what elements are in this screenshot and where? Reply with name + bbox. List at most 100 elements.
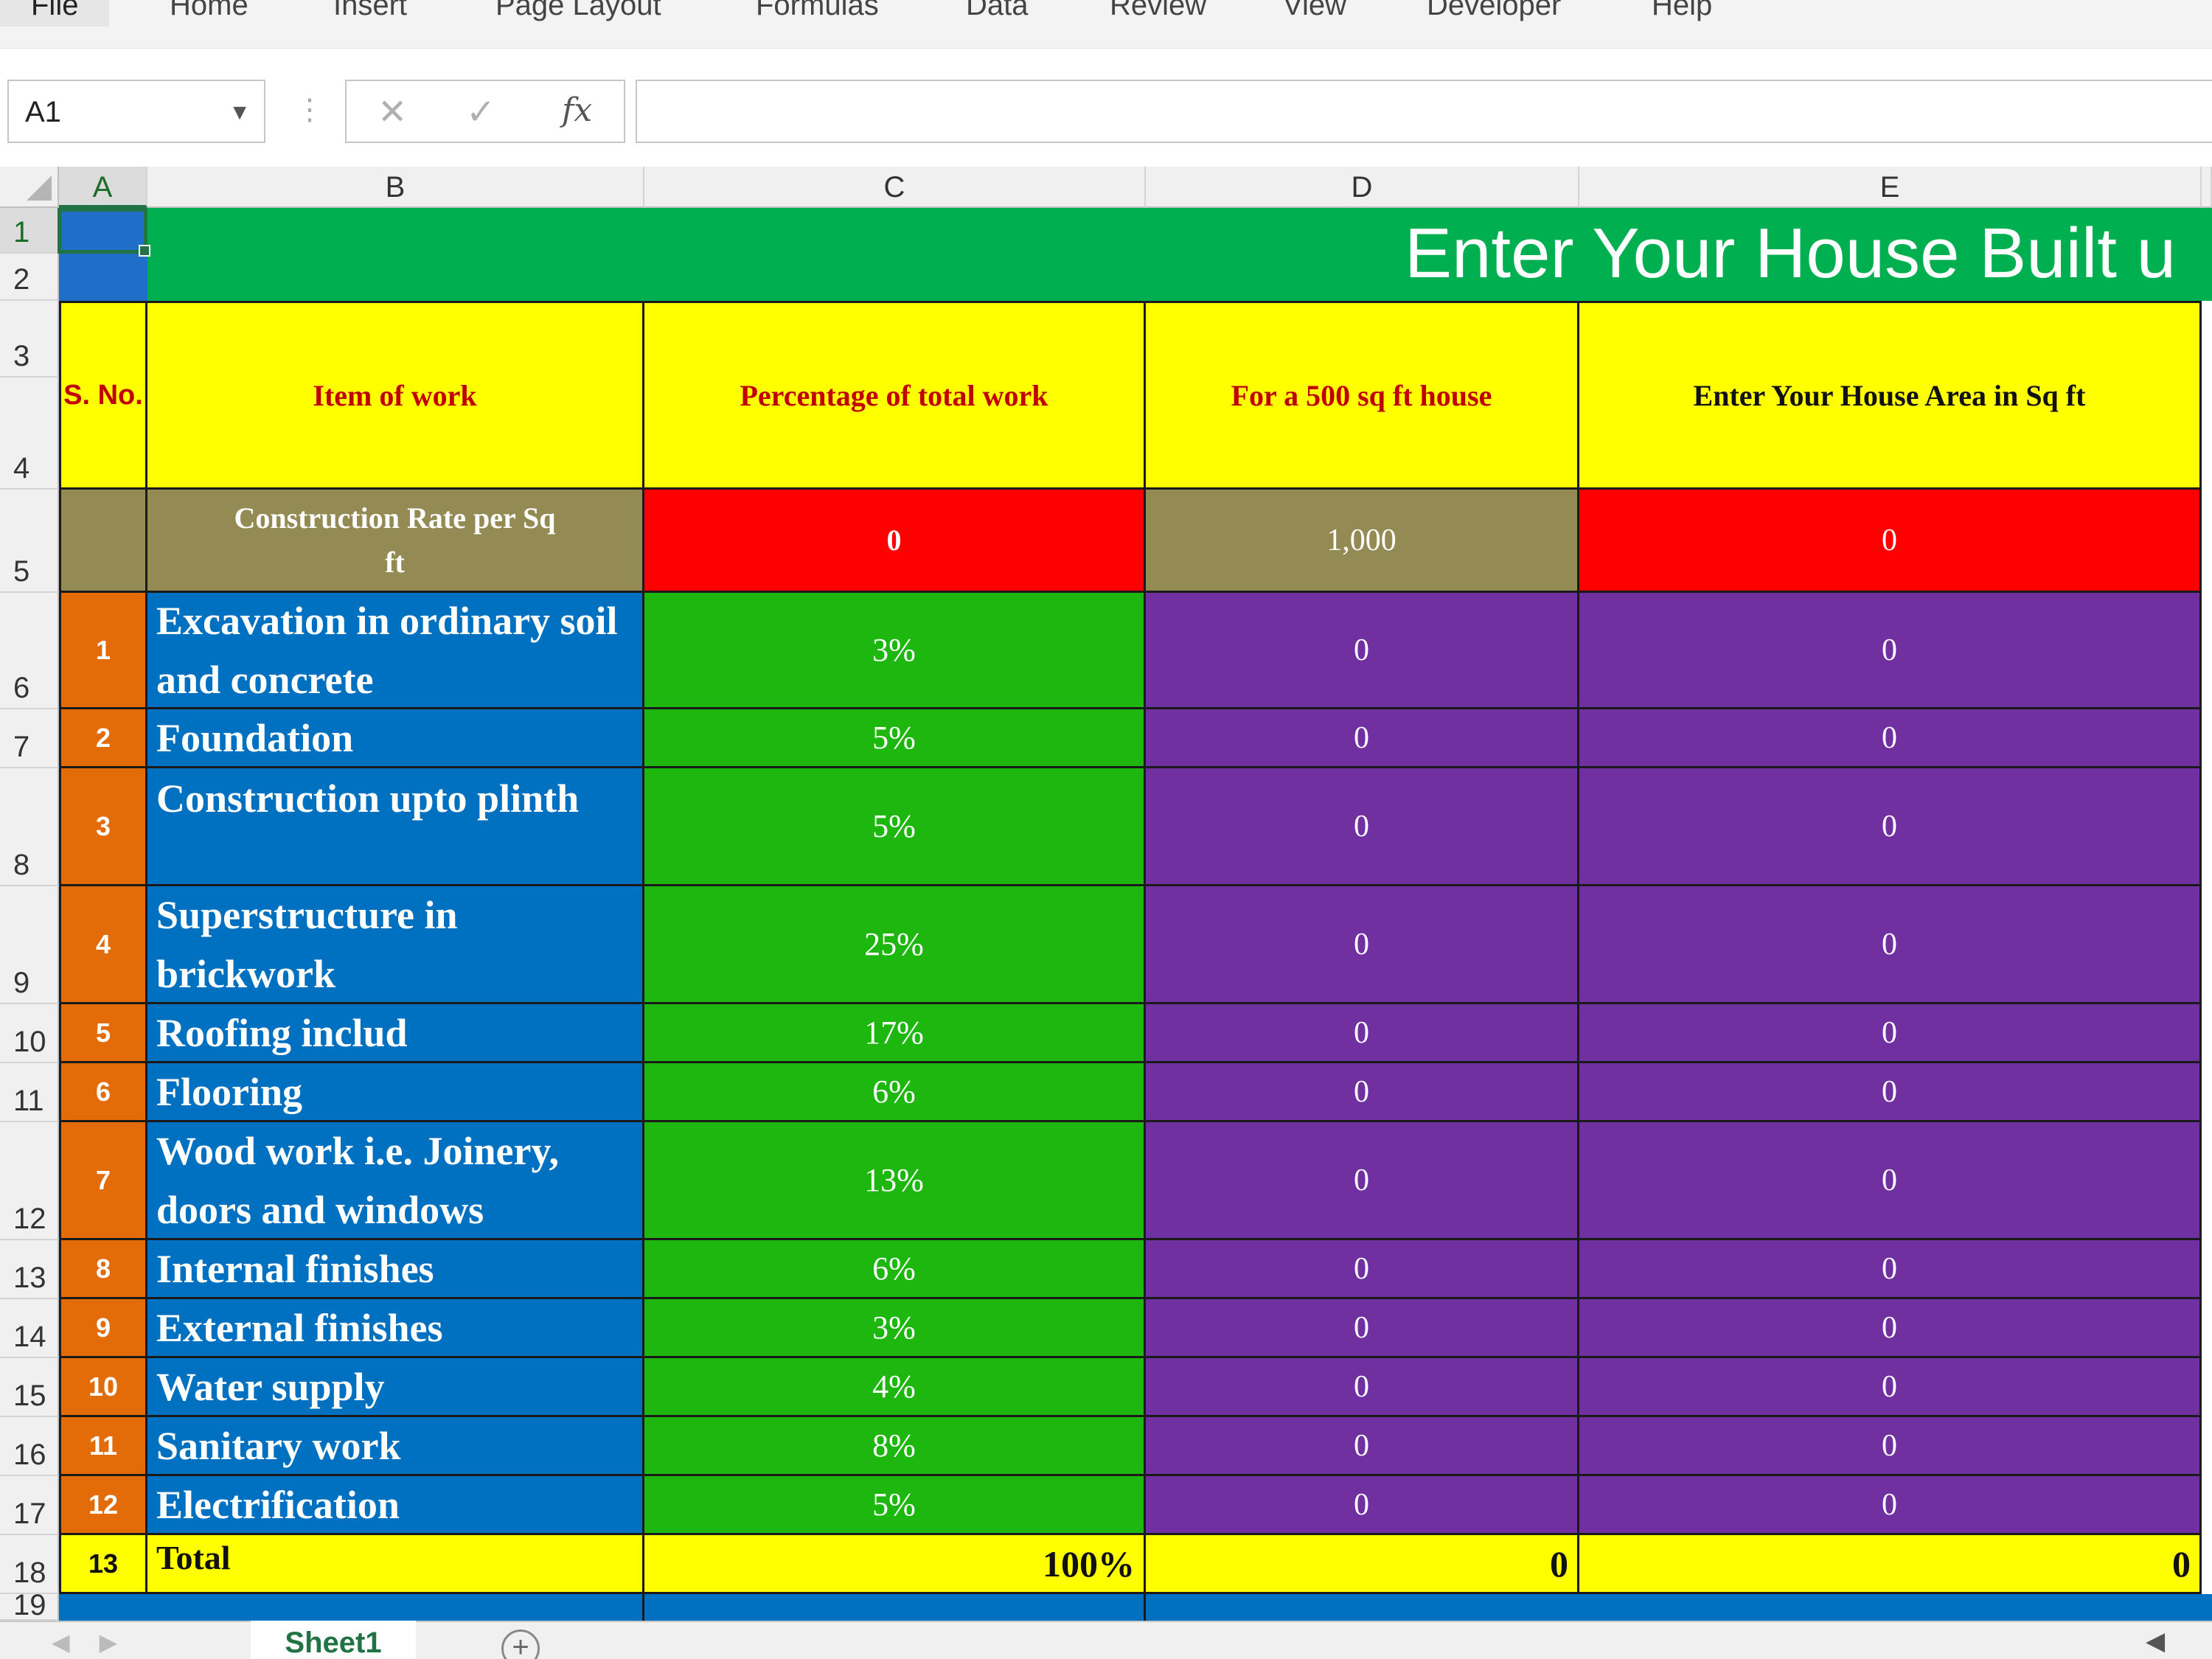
row-19-band[interactable]	[59, 1594, 2212, 1621]
select-all-button[interactable]	[0, 167, 59, 208]
item-percent[interactable]: 3%	[644, 1299, 1146, 1358]
tab-insert[interactable]: Insert	[333, 0, 407, 27]
total-label[interactable]: Total	[147, 1535, 644, 1594]
item-sno[interactable]: 12	[59, 1476, 147, 1535]
item-for500[interactable]: 0	[1146, 1122, 1579, 1240]
header-your-area[interactable]: Enter Your House Area in Sq ft	[1579, 301, 2202, 490]
item-name[interactable]: Sanitary work	[147, 1417, 644, 1476]
item-your-area[interactable]: 0	[1579, 1063, 2202, 1122]
row-header-1[interactable]: 1	[0, 208, 59, 254]
rate-e[interactable]: 0	[1579, 490, 2202, 593]
row-header-8[interactable]: 8	[0, 768, 59, 886]
item-name[interactable]: Construction upto plinth	[147, 768, 644, 886]
row-header-17[interactable]: 17	[0, 1476, 59, 1535]
item-name[interactable]: External finishes	[147, 1299, 644, 1358]
chevron-down-icon[interactable]: ▼	[229, 100, 251, 125]
total-your-area[interactable]: 0	[1579, 1535, 2202, 1594]
rate-sno[interactable]	[59, 490, 147, 593]
check-icon[interactable]: ✓	[466, 91, 495, 133]
item-name[interactable]: Electrification	[147, 1476, 644, 1535]
tab-file[interactable]: File	[0, 0, 110, 27]
header-for500[interactable]: For a 500 sq ft house	[1146, 301, 1579, 490]
item-for500[interactable]: 0	[1146, 768, 1579, 886]
tab-developer[interactable]: Developer	[1427, 0, 1561, 27]
item-sno[interactable]: 11	[59, 1417, 147, 1476]
item-percent[interactable]: 6%	[644, 1063, 1146, 1122]
item-sno[interactable]: 8	[59, 1240, 147, 1299]
row-header-5[interactable]: 5	[0, 490, 59, 593]
rate-d[interactable]: 1,000	[1146, 490, 1579, 593]
tab-data[interactable]: Data	[966, 0, 1029, 27]
row-header-10[interactable]: 10	[0, 1004, 59, 1063]
row-header-3[interactable]: 3	[0, 301, 59, 378]
item-for500[interactable]: 0	[1146, 1358, 1579, 1417]
item-percent[interactable]: 4%	[644, 1358, 1146, 1417]
header-percent[interactable]: Percentage of total work	[644, 301, 1146, 490]
row-header-4[interactable]: 4	[0, 378, 59, 490]
tab-help[interactable]: Help	[1652, 0, 1712, 27]
plus-circle-icon[interactable]: +	[501, 1630, 540, 1659]
item-your-area[interactable]: 0	[1579, 768, 2202, 886]
column-header-f[interactable]	[2202, 167, 2212, 208]
item-name[interactable]: Roofing includ	[147, 1004, 644, 1063]
tab-page-layout[interactable]: Page Layout	[495, 0, 661, 27]
item-your-area[interactable]: 0	[1579, 1240, 2202, 1299]
row-header-9[interactable]: 9	[0, 886, 59, 1004]
header-item[interactable]: Item of work	[147, 301, 644, 490]
item-percent[interactable]: 17%	[644, 1004, 1146, 1063]
item-sno[interactable]: 2	[59, 709, 147, 768]
item-percent[interactable]: 5%	[644, 709, 1146, 768]
item-name[interactable]: Internal finishes	[147, 1240, 644, 1299]
item-name[interactable]: Flooring	[147, 1063, 644, 1122]
item-your-area[interactable]: 0	[1579, 886, 2202, 1004]
formula-input[interactable]	[636, 80, 2212, 143]
tab-home[interactable]: Home	[170, 0, 248, 27]
row-header-19[interactable]: 19	[0, 1594, 59, 1621]
item-for500[interactable]: 0	[1146, 1476, 1579, 1535]
column-header-e[interactable]: E	[1579, 167, 2202, 208]
row-header-11[interactable]: 11	[0, 1063, 59, 1122]
item-sno[interactable]: 5	[59, 1004, 147, 1063]
item-your-area[interactable]: 0	[1579, 1004, 2202, 1063]
item-your-area[interactable]: 0	[1579, 1358, 2202, 1417]
item-percent[interactable]: 25%	[644, 886, 1146, 1004]
tab-view[interactable]: View	[1283, 0, 1346, 27]
item-your-area[interactable]: 0	[1579, 1417, 2202, 1476]
item-your-area[interactable]: 0	[1579, 1299, 2202, 1358]
item-your-area[interactable]: 0	[1579, 593, 2202, 709]
item-name[interactable]: Wood work i.e. Joinery, doors and window…	[147, 1122, 644, 1240]
item-name[interactable]: Foundation	[147, 709, 644, 768]
item-your-area[interactable]: 0	[1579, 1476, 2202, 1535]
item-sno[interactable]: 1	[59, 593, 147, 709]
item-name[interactable]: Water supply	[147, 1358, 644, 1417]
item-percent[interactable]: 3%	[644, 593, 1146, 709]
name-box[interactable]: A1 ▼	[7, 80, 265, 143]
scroll-left-icon[interactable]: ◀	[2146, 1627, 2165, 1656]
item-for500[interactable]: 0	[1146, 1004, 1579, 1063]
tab-formulas[interactable]: Formulas	[756, 0, 879, 27]
row-header-15[interactable]: 15	[0, 1358, 59, 1417]
item-percent[interactable]: 13%	[644, 1122, 1146, 1240]
item-sno[interactable]: 9	[59, 1299, 147, 1358]
column-header-c[interactable]: C	[644, 167, 1146, 208]
item-your-area[interactable]: 0	[1579, 1122, 2202, 1240]
item-percent[interactable]: 8%	[644, 1417, 1146, 1476]
item-for500[interactable]: 0	[1146, 1299, 1579, 1358]
row-header-7[interactable]: 7	[0, 709, 59, 768]
item-for500[interactable]: 0	[1146, 886, 1579, 1004]
row-header-14[interactable]: 14	[0, 1299, 59, 1358]
item-for500[interactable]: 0	[1146, 593, 1579, 709]
close-icon[interactable]: ✕	[378, 91, 407, 133]
total-for500[interactable]: 0	[1146, 1535, 1579, 1594]
item-percent[interactable]: 5%	[644, 768, 1146, 886]
row-header-16[interactable]: 16	[0, 1417, 59, 1476]
function-icon[interactable]: fx	[562, 91, 592, 129]
row-header-6[interactable]: 6	[0, 593, 59, 709]
item-for500[interactable]: 0	[1146, 1417, 1579, 1476]
rate-c[interactable]: 0	[644, 490, 1146, 593]
column-header-b[interactable]: B	[147, 167, 644, 208]
sheet-tab-sheet1[interactable]: Sheet1	[251, 1621, 416, 1659]
item-for500[interactable]: 0	[1146, 709, 1579, 768]
active-cell-a1[interactable]	[58, 208, 150, 257]
item-percent[interactable]: 6%	[644, 1240, 1146, 1299]
